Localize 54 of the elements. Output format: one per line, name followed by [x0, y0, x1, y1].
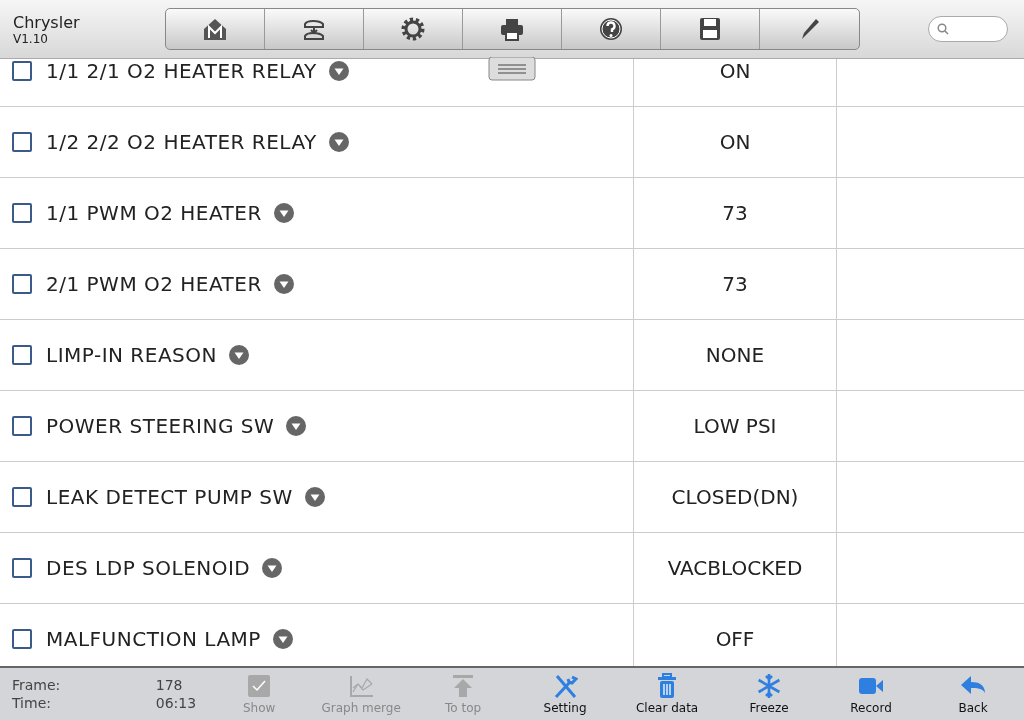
parameter-name: MALFUNCTION LAMP: [46, 627, 261, 651]
frame-value: 178: [155, 677, 184, 693]
checkbox[interactable]: [12, 416, 32, 436]
checkbox[interactable]: [12, 345, 32, 365]
value-cell: ON: [634, 107, 837, 177]
checkbox[interactable]: [12, 487, 32, 507]
frame-label: Frame:: [12, 677, 62, 693]
parameter-name: 1/2 2/2 O2 HEATER RELAY: [46, 130, 317, 154]
dropdown-icon[interactable]: [262, 558, 283, 578]
app-title: Chrysler: [13, 12, 81, 32]
parameter-name: LEAK DETECT PUMP SW: [46, 485, 293, 509]
checkbox-icon: [246, 673, 273, 699]
tools-icon: [552, 673, 579, 699]
parameter-name: POWER STEERING SW: [46, 414, 275, 438]
value-cell: LOW PSI: [634, 391, 837, 461]
value-cell: NONE: [634, 320, 837, 390]
settings-icon: [399, 15, 427, 43]
parameter-name: LIMP-IN REASON: [46, 343, 217, 367]
parameter-name: 1/1 2/1 O2 HEATER RELAY: [46, 59, 317, 83]
dropdown-icon[interactable]: [273, 274, 294, 294]
back-button[interactable]: Back: [922, 673, 1024, 715]
checkbox[interactable]: [12, 61, 32, 81]
time-label: Time:: [12, 695, 52, 711]
record-button[interactable]: Record: [820, 673, 923, 715]
dropdown-icon[interactable]: [304, 487, 325, 507]
value-cell: 73: [634, 178, 837, 248]
version-label: V1.10: [13, 31, 49, 46]
help-icon: [597, 15, 625, 43]
value-cell: VACBLOCKED: [634, 533, 837, 603]
pull-handle[interactable]: [488, 57, 536, 81]
dropdown-icon[interactable]: [273, 203, 294, 223]
dropdown-icon[interactable]: [286, 416, 307, 436]
checkbox[interactable]: [12, 203, 32, 223]
clear-button[interactable]: Clear data: [616, 673, 719, 715]
parameter-name: DES LDP SOLENOID: [46, 556, 251, 580]
chart-icon: [348, 673, 375, 699]
freeze-button[interactable]: Freeze: [718, 673, 821, 715]
parameter-name: 1/1 PWM O2 HEATER: [46, 201, 262, 225]
time-value: 06:13: [155, 695, 197, 711]
value-cell: 73: [634, 249, 837, 319]
parameter-name: 2/1 PWM O2 HEATER: [46, 272, 262, 296]
search-field[interactable]: [928, 16, 1008, 42]
dropdown-icon[interactable]: [228, 345, 249, 365]
dropdown-icon[interactable]: [328, 61, 349, 81]
search-icon: [937, 23, 949, 35]
checkbox[interactable]: [12, 132, 32, 152]
value-cell: CLOSED(DN): [634, 462, 837, 532]
dropdown-icon[interactable]: [328, 132, 349, 152]
setting-button[interactable]: Setting: [514, 673, 617, 715]
dropdown-icon[interactable]: [272, 629, 293, 649]
checkbox[interactable]: [12, 558, 32, 578]
checkbox[interactable]: [12, 629, 32, 649]
snowflake-icon: [756, 673, 783, 699]
checkbox[interactable]: [12, 274, 32, 294]
